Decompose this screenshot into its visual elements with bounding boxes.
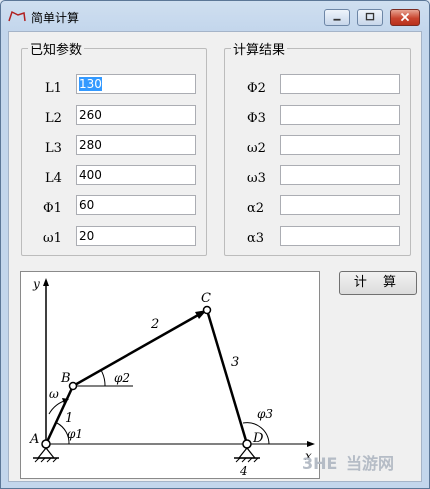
link-2 [72,308,208,388]
output-omega2[interactable] [280,135,400,155]
label-phi2: Φ2 [247,81,266,96]
label-c: C [201,291,211,306]
client-area: 已知参数 L1 130 L2 260 L3 280 L4 400 Φ1 60 ω… [8,31,422,482]
label-omega2: ω2 [247,141,266,156]
maximize-icon [365,12,375,21]
joint-d [242,439,252,449]
label-phi1: φ1 [67,427,83,441]
main-window: 简单计算 已知参数 L1 130 L2 260 L3 280 L4 400 Φ1… [0,0,430,489]
known-params-title: 已知参数 [28,39,85,58]
input-phi1[interactable]: 60 [76,195,196,215]
maximize-button[interactable] [357,9,383,26]
window-title: 简单计算 [31,11,80,25]
label-phi3: φ3 [257,407,273,421]
calculate-button[interactable]: 计 算 [339,271,417,295]
label-l3: L3 [45,141,62,156]
close-button[interactable] [390,9,420,26]
label-phi1: Φ1 [43,201,62,216]
label-alpha3: α3 [247,231,265,246]
label-alpha2: α2 [247,201,265,216]
ground-support-d [234,447,260,463]
app-icon [8,10,26,22]
joint-a [41,439,51,449]
input-l1[interactable]: 130 [76,74,196,94]
input-omega1[interactable]: 20 [76,226,196,246]
watermark: 3HE 当游网 [302,454,394,473]
output-phi3[interactable] [280,105,400,125]
linkage-svg: y x A B C D 1 2 3 4 φ1 φ2 φ3 ω [29,277,315,478]
y-axis-arrow [43,278,49,286]
output-alpha2[interactable] [280,195,400,215]
results-group: 计算结果 Φ2 Φ3 ω2 ω3 α2 α3 [224,39,411,256]
close-icon [400,12,410,22]
label-b: B [60,371,71,386]
watermark-text: 当游网 [346,454,394,473]
minimize-button[interactable] [324,9,350,26]
label-d: D [252,431,264,446]
label-phi2: φ2 [114,371,130,385]
label-l4: L4 [45,171,62,186]
y-axis-label: y [32,277,40,291]
four-bar-diagram: y x A B C D 1 2 3 4 φ1 φ2 φ3 ω [20,271,320,479]
watermark-logo: 3HE [302,454,337,473]
output-phi2[interactable] [280,74,400,94]
label-a: A [29,432,39,447]
label-link-3: 3 [231,355,239,370]
known-params-group: 已知参数 L1 130 L2 260 L3 280 L4 400 Φ1 60 ω… [21,39,207,256]
label-link-1: 1 [65,411,73,426]
label-l1: L1 [45,81,62,96]
output-omega3[interactable] [280,165,400,185]
ground-support-a [33,447,59,463]
label-l2: L2 [45,111,62,126]
label-phi3: Φ3 [247,111,266,126]
label-omega3: ω3 [247,171,266,186]
angle-phi2-arc [100,369,106,387]
label-omega: ω [49,387,59,401]
joint-c [202,305,212,315]
input-l2[interactable]: 260 [76,105,196,125]
minimize-icon [333,18,341,21]
input-l3[interactable]: 280 [76,135,196,155]
results-title: 计算结果 [231,39,288,58]
input-l4[interactable]: 400 [76,165,196,185]
label-omega1: ω1 [43,231,62,246]
label-link-2: 2 [150,317,159,332]
output-alpha3[interactable] [280,226,400,246]
label-link-4: 4 [239,464,248,478]
link-3 [205,309,249,445]
x-axis-arrow [307,441,315,447]
title-bar[interactable]: 简单计算 [1,1,429,31]
